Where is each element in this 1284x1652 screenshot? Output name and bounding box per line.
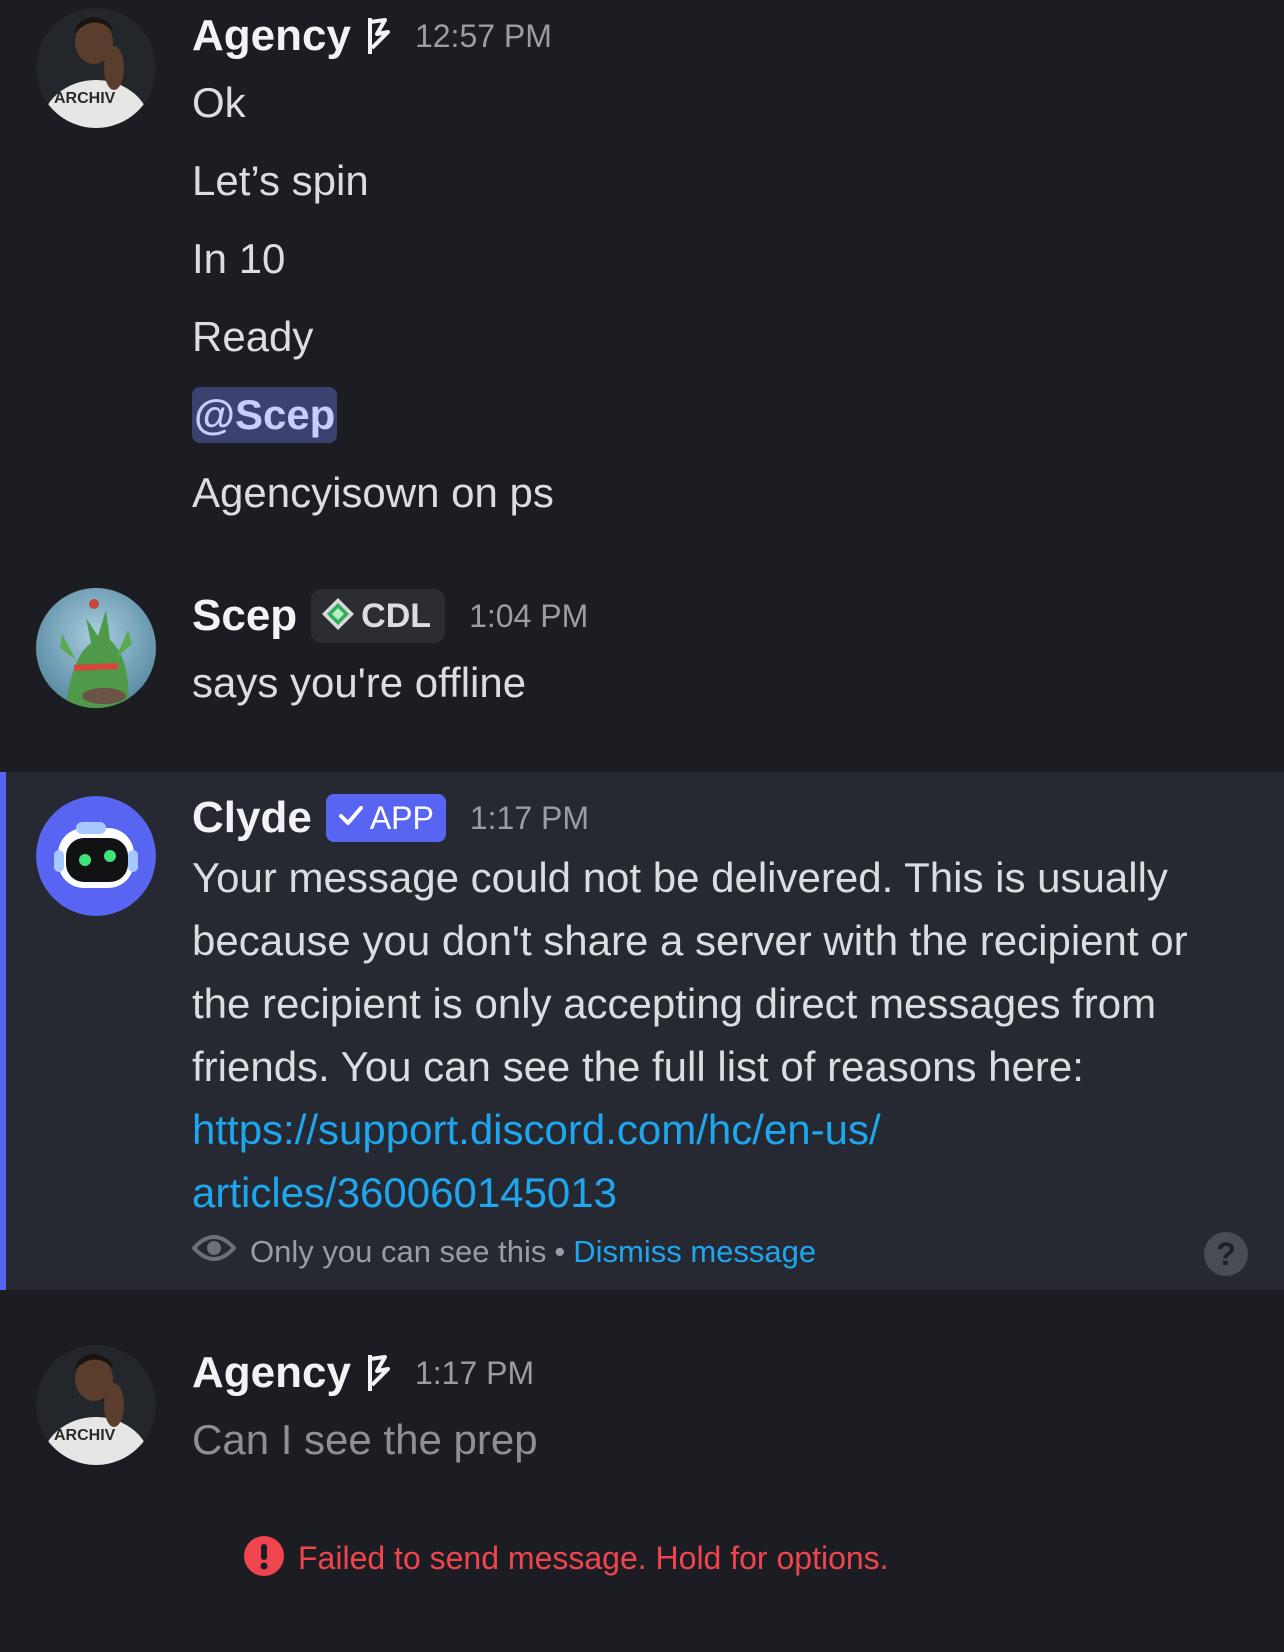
svg-text:ARCHIV: ARCHIV	[54, 1427, 116, 1444]
message-header: Scep CDL 1:04 PM	[192, 588, 1244, 644]
support-link-part1[interactable]: https://support.discord.com/hc/en-us/	[192, 1106, 881, 1153]
failed-to-send-text[interactable]: Failed to send message. Hold for options…	[298, 1540, 889, 1577]
role-gem-icon	[321, 597, 355, 635]
timestamp: 1:17 PM	[469, 799, 590, 836]
dismiss-message-button[interactable]: Dismiss message	[573, 1234, 816, 1270]
chat-view: ARCHIV Agency 12:57 PM Ok Let’s spin In …	[0, 0, 1284, 1652]
message-line[interactable]: In 10	[192, 220, 1244, 298]
username[interactable]: Agency	[192, 1348, 351, 1398]
ephemeral-footer: Only you can see this • Dismiss message	[191, 1230, 1244, 1274]
user-mention[interactable]: @Scep	[192, 387, 338, 443]
failed-to-send-notice[interactable]: Failed to send message. Hold for options…	[244, 1536, 889, 1580]
system-message-text: Your message could not be delivered. Thi…	[192, 854, 1188, 1090]
username[interactable]: Scep	[192, 591, 297, 641]
ephemeral-note: Only you can see this	[250, 1234, 547, 1269]
app-badge-label: APP	[369, 799, 434, 836]
timestamp: 12:57 PM	[414, 17, 552, 54]
message-header: Agency 12:57 PM	[192, 8, 1244, 64]
error-icon	[244, 1536, 284, 1580]
verified-check-icon	[338, 803, 364, 833]
message-group-scep[interactable]: Scep CDL 1:04 PM says you're offline	[0, 588, 1284, 718]
message-line[interactable]: Agencyisown on ps	[192, 454, 1244, 532]
separator: •	[554, 1234, 566, 1269]
flag-icon	[361, 1353, 391, 1393]
message-line[interactable]: Ready	[192, 298, 1244, 376]
message-group-agency-2[interactable]: ARCHIV Agency 1:17 PM Can I see the prep	[0, 1345, 1284, 1475]
system-message-body[interactable]: Your message could not be delivered. Thi…	[192, 846, 1242, 1224]
avatar-agency[interactable]: ARCHIV	[36, 1345, 156, 1465]
timestamp: 1:04 PM	[469, 597, 589, 634]
message-line[interactable]: says you're offline	[192, 644, 1244, 722]
message-group-clyde[interactable]: Clyde APP 1:17 PM Your message could not…	[0, 772, 1284, 1290]
role-badge[interactable]: CDL	[311, 589, 446, 643]
message-header: Agency 1:17 PM	[192, 1345, 1244, 1401]
eye-icon	[191, 1230, 237, 1274]
timestamp: 1:17 PM	[414, 1354, 535, 1391]
svg-text:ARCHIV: ARCHIV	[54, 90, 116, 107]
help-icon[interactable]: ?	[1204, 1232, 1248, 1276]
avatar-clyde[interactable]	[36, 796, 156, 916]
avatar-agency[interactable]: ARCHIV	[36, 8, 156, 128]
support-link[interactable]: https://support.discord.com/hc/en-us/art…	[192, 1106, 881, 1216]
message-line[interactable]: @Scep	[192, 376, 1244, 454]
support-link-part2[interactable]: articles/360060145013	[192, 1169, 617, 1216]
message-line[interactable]: Ok	[192, 64, 1244, 142]
app-badge: APP	[325, 794, 446, 842]
message-line[interactable]: Let’s spin	[192, 142, 1244, 220]
flag-icon	[361, 16, 391, 56]
avatar-scep[interactable]	[36, 588, 156, 708]
role-label: CDL	[361, 596, 432, 635]
pending-message-line[interactable]: Can I see the prep	[192, 1401, 1244, 1479]
message-group-agency-1[interactable]: ARCHIV Agency 12:57 PM Ok Let’s spin In …	[0, 8, 1284, 528]
username[interactable]: Agency	[192, 11, 351, 61]
message-header: Clyde APP 1:17 PM	[192, 790, 1244, 846]
username[interactable]: Clyde	[192, 793, 312, 843]
